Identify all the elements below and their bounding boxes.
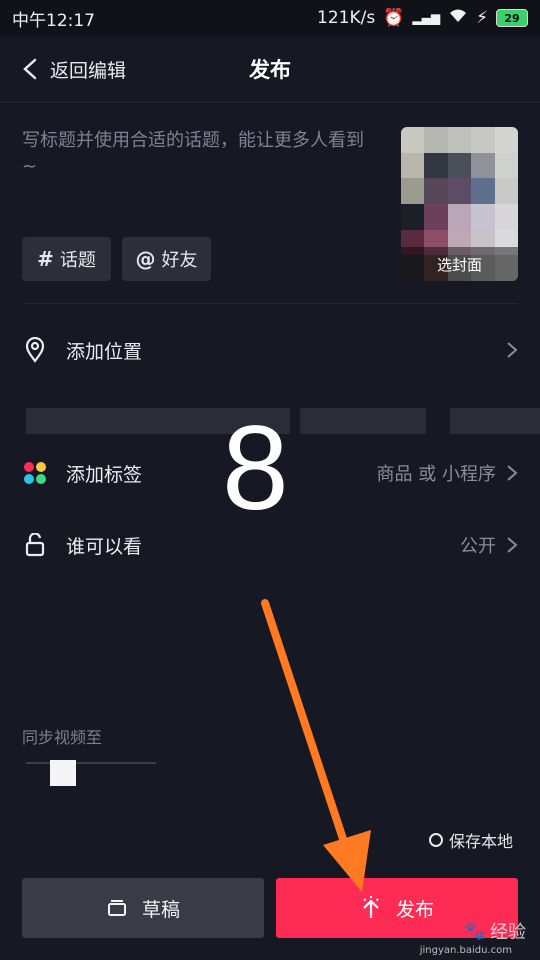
chevron-right-icon (507, 342, 518, 358)
cover-mosaic-cell (401, 178, 425, 204)
chevron-right-icon (507, 537, 518, 553)
cover-mosaic-cell (424, 203, 448, 230)
signal-icon: ▂▄▆ (412, 11, 441, 25)
save-local-toggle[interactable]: 保存本地 (429, 828, 513, 852)
row-value: 商品 或 小程序 (377, 460, 518, 486)
back-button[interactable]: 返回编辑 (20, 36, 126, 102)
sync-platform-icon[interactable] (50, 760, 76, 786)
cover-mosaic-cell (447, 127, 472, 153)
add-location-label: 添加位置 (66, 340, 143, 363)
cover-mosaic-cell (424, 178, 448, 204)
cover-mosaic-cell (494, 127, 518, 153)
header-divider (0, 102, 540, 103)
network-speed: 121K/s (317, 8, 376, 28)
at-icon: @ (135, 247, 156, 271)
watermark-site: jingyan.baidu.com (419, 945, 512, 956)
friend-label: 好友 (161, 250, 198, 271)
baidu-paw-icon: 🐾 (463, 920, 486, 942)
charging-icon: ⚡ (476, 8, 488, 28)
cover-mosaic-cell (494, 152, 518, 179)
add-tag-label: 添加标签 (66, 463, 143, 486)
chevron-right-icon (507, 465, 518, 481)
cover-mosaic-cell (471, 127, 495, 153)
mention-friend-button[interactable]: @ 好友 (122, 237, 211, 281)
cover-selector[interactable]: 选封面 (401, 127, 518, 281)
wifi-icon (448, 8, 468, 29)
top-navigation: 返回编辑 发布 (0, 36, 540, 102)
cover-mosaic-cell (401, 127, 425, 153)
save-local-label: 保存本地 (449, 832, 514, 851)
step-number-annotation: 8 (222, 401, 289, 535)
upload-arrow-icon (363, 896, 379, 918)
alarm-icon: ⏰ (383, 8, 405, 28)
sync-divider (26, 762, 156, 764)
topic-button[interactable]: # 话题 (22, 237, 111, 281)
cover-mosaic-cell (424, 127, 448, 153)
sync-title: 同步视频至 (22, 728, 103, 747)
back-label: 返回编辑 (50, 59, 127, 82)
watermark: 🐾 经验 (464, 918, 526, 944)
unlock-icon (22, 532, 48, 558)
cover-label: 选封面 (401, 247, 518, 281)
battery-icon: 29 (496, 9, 528, 27)
cover-mosaic-cell (471, 203, 495, 230)
location-suggestion[interactable] (450, 408, 540, 434)
cover-mosaic-cell (401, 152, 425, 179)
tag-value: 商品 或 小程序 (376, 464, 496, 485)
cover-mosaic-cell (494, 178, 518, 204)
cover-mosaic-cell (471, 178, 495, 204)
tag-dots-icon (22, 460, 48, 486)
row-value: 公开 (460, 532, 518, 558)
location-pin-icon (22, 337, 48, 363)
divider (22, 303, 518, 304)
cover-mosaic-cell (401, 203, 425, 230)
visibility-value: 公开 (460, 536, 496, 557)
publish-label: 发布 (395, 898, 434, 921)
chevron-left-icon (23, 58, 37, 80)
cover-mosaic-cell (447, 178, 472, 204)
cover-mosaic-cell (471, 152, 495, 179)
page-title: 发布 (249, 58, 291, 82)
status-indicators: 121K/s ⏰ ▂▄▆ ⚡ 29 (317, 8, 528, 29)
cover-mosaic-cell (447, 203, 472, 230)
status-time: 中午12:17 (12, 10, 95, 31)
row-chevron (506, 341, 518, 359)
add-location-row[interactable]: 添加位置 (22, 325, 518, 375)
status-bar: 中午12:17 121K/s ⏰ ▂▄▆ ⚡ 29 (0, 0, 540, 36)
cover-mosaic-cell (447, 152, 472, 179)
draft-button[interactable]: 草稿 (22, 878, 264, 938)
draft-label: 草稿 (141, 898, 180, 921)
hashtag-icon: # (37, 247, 54, 271)
draft-box-icon (107, 900, 126, 916)
cover-mosaic-cell (494, 203, 518, 230)
watermark-brand: 经验 (490, 922, 526, 943)
location-suggestion[interactable] (300, 408, 426, 434)
topic-label: 话题 (59, 250, 96, 271)
radio-icon (429, 833, 443, 847)
caption-input[interactable]: 写标题并使用合适的话题，能让更多人看到~ (22, 128, 377, 180)
cover-mosaic-cell (424, 152, 448, 179)
visibility-label: 谁可以看 (66, 535, 143, 558)
